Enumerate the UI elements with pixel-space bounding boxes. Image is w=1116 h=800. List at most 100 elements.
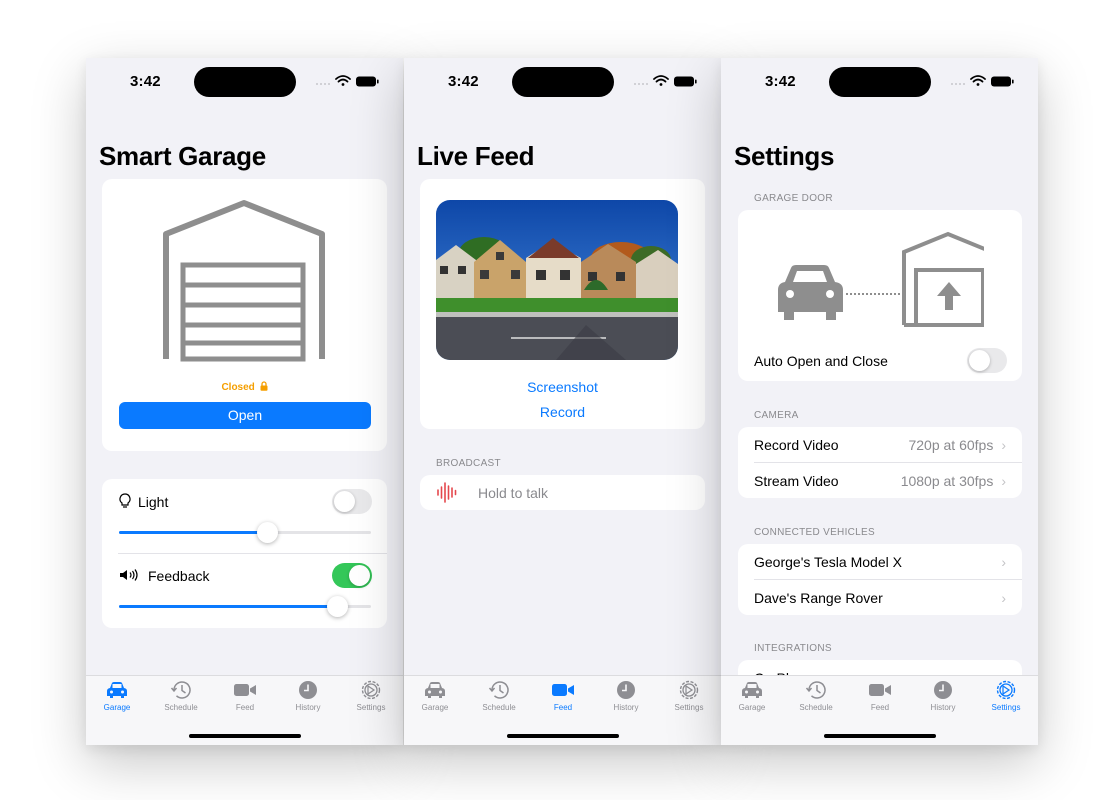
signal-icon (951, 83, 965, 85)
status-time: 3:42 (765, 73, 796, 90)
hold-to-talk-label: Hold to talk (478, 485, 549, 501)
history-clock-icon (488, 681, 509, 699)
tab-history[interactable]: History (912, 680, 974, 712)
feed-screen: 3:42 Live Feed Screenshot Record BROADCA… (404, 58, 721, 745)
record-video-row[interactable]: Record Video 720p at 60fps › (738, 427, 1022, 462)
lightbulb-icon (119, 493, 131, 508)
wifi-icon (335, 75, 351, 86)
camera-feed-card: Screenshot Record (420, 179, 705, 429)
tab-schedule[interactable]: Schedule (150, 680, 212, 712)
record-button[interactable]: Record (420, 404, 705, 420)
battery-icon (991, 76, 1014, 87)
settings-screen: 3:42 Settings GARAGE DOOR Auto Open and … (721, 58, 1038, 745)
tab-label: Settings (674, 703, 704, 712)
controls-card: Light Feedback (102, 479, 387, 628)
status-icons (634, 75, 697, 87)
broadcast-header: BROADCAST (436, 458, 501, 469)
tab-label: Feed (235, 703, 255, 712)
feedback-slider[interactable] (119, 596, 371, 617)
page-title: Settings (734, 141, 835, 171)
tab-settings[interactable]: Settings (658, 680, 720, 712)
tab-schedule[interactable]: Schedule (785, 680, 847, 712)
tab-label: Schedule (799, 703, 833, 712)
chevron-right-icon: › (1001, 472, 1006, 489)
camera-card: Record Video 720p at 60fps › Stream Vide… (738, 427, 1022, 498)
stream-video-row[interactable]: Stream Video 1080p at 30fps › (738, 463, 1022, 498)
open-button[interactable]: Open (119, 402, 371, 429)
light-toggle[interactable] (332, 489, 372, 514)
auto-open-label: Auto Open and Close (754, 353, 888, 369)
tab-feed[interactable]: Feed (214, 680, 276, 712)
speaker-icon (120, 569, 138, 581)
tab-garage[interactable]: Garage (721, 680, 783, 712)
feedback-slider-fill (119, 605, 339, 608)
divider (118, 553, 387, 554)
row-value: 1080p at 30fps (900, 472, 994, 489)
video-icon (234, 684, 256, 696)
tab-label: Garage (738, 703, 766, 712)
dynamic-island (512, 67, 614, 97)
integrations-header: INTEGRATIONS (754, 643, 832, 654)
door-status-label: Closed (221, 382, 255, 393)
gear-icon (679, 680, 699, 700)
feedback-toggle[interactable] (332, 563, 372, 588)
lock-icon (260, 381, 268, 391)
live-camera-image (436, 200, 678, 360)
tab-label: Garage (103, 703, 131, 712)
tab-garage[interactable]: Garage (404, 680, 466, 712)
vehicle-row[interactable]: Dave's Range Rover › (738, 580, 1022, 615)
feedback-slider-thumb[interactable] (327, 596, 348, 617)
light-slider[interactable] (119, 522, 371, 543)
tab-history[interactable]: History (277, 680, 339, 712)
row-label: George's Tesla Model X (754, 553, 902, 570)
hold-to-talk-button[interactable]: Hold to talk (420, 475, 705, 510)
tab-history[interactable]: History (595, 680, 657, 712)
tab-settings[interactable]: Settings (340, 680, 402, 712)
camera-header: CAMERA (754, 410, 799, 421)
garage-door-card: Closed Open (102, 179, 387, 451)
feedback-label: Feedback (148, 568, 210, 584)
page-title: Smart Garage (99, 141, 266, 171)
tab-label: Feed (553, 703, 573, 712)
status-icons (951, 75, 1014, 87)
tab-settings[interactable]: Settings (975, 680, 1037, 712)
screenshot-button[interactable]: Screenshot (420, 379, 705, 395)
chevron-right-icon: › (1001, 553, 1006, 570)
chevron-right-icon: › (1001, 436, 1006, 453)
tab-feed[interactable]: Feed (849, 680, 911, 712)
status-time: 3:42 (130, 73, 161, 90)
tab-label: Feed (870, 703, 890, 712)
tab-label: Garage (421, 703, 449, 712)
tab-label: History (613, 703, 639, 712)
dynamic-island (829, 67, 931, 97)
signal-icon (634, 83, 648, 85)
video-icon (552, 684, 574, 696)
tab-label: History (930, 703, 956, 712)
vehicle-row[interactable]: George's Tesla Model X › (738, 544, 1022, 579)
clock-icon (617, 681, 635, 699)
door-status: Closed (102, 381, 387, 393)
light-label: Light (138, 494, 169, 510)
history-clock-icon (805, 681, 826, 699)
auto-open-toggle[interactable] (967, 348, 1007, 373)
video-icon (869, 684, 891, 696)
car-icon (742, 682, 762, 698)
light-slider-fill (119, 531, 268, 534)
wifi-icon (653, 75, 669, 86)
tab-label: Settings (356, 703, 386, 712)
history-clock-icon (170, 681, 191, 699)
tab-garage[interactable]: Garage (86, 680, 148, 712)
row-label: Stream Video (754, 472, 839, 489)
garage-illustration (163, 200, 325, 362)
car-icon (107, 682, 127, 698)
home-indicator (824, 734, 936, 738)
tab-label: Schedule (164, 703, 198, 712)
connected-vehicles-header: CONNECTED VEHICLES (754, 527, 875, 538)
tab-feed[interactable]: Feed (532, 680, 594, 712)
waveform-icon (437, 482, 457, 503)
light-slider-thumb[interactable] (257, 522, 278, 543)
tab-schedule[interactable]: Schedule (468, 680, 530, 712)
tab-label: History (295, 703, 321, 712)
gear-icon (996, 680, 1016, 700)
vehicles-card: George's Tesla Model X › Dave's Range Ro… (738, 544, 1022, 615)
